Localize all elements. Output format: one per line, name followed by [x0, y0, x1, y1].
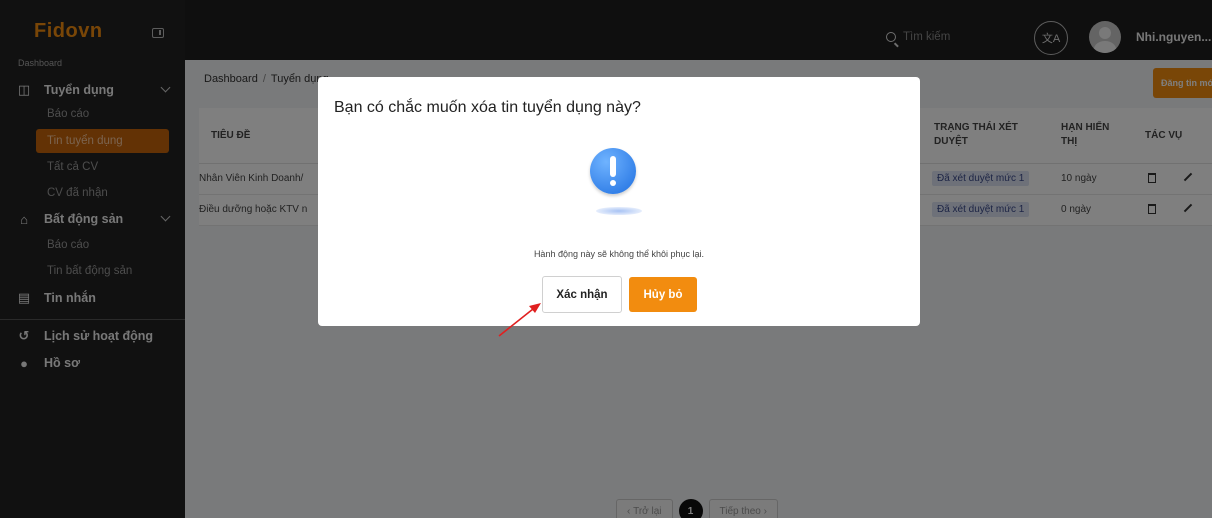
confirm-delete-dialog: Bạn có chắc muốn xóa tin tuyển dụng này?…: [318, 77, 920, 326]
exclamation-icon: [590, 148, 636, 194]
dialog-title: Bạn có chắc muốn xóa tin tuyển dụng này?: [334, 99, 641, 116]
dialog-message: Hành động này sẽ không thể khôi phục lại…: [533, 249, 705, 259]
cancel-button[interactable]: Hủy bỏ: [629, 277, 697, 312]
confirm-button[interactable]: Xác nhận: [542, 276, 622, 313]
icon-shadow: [596, 207, 642, 215]
